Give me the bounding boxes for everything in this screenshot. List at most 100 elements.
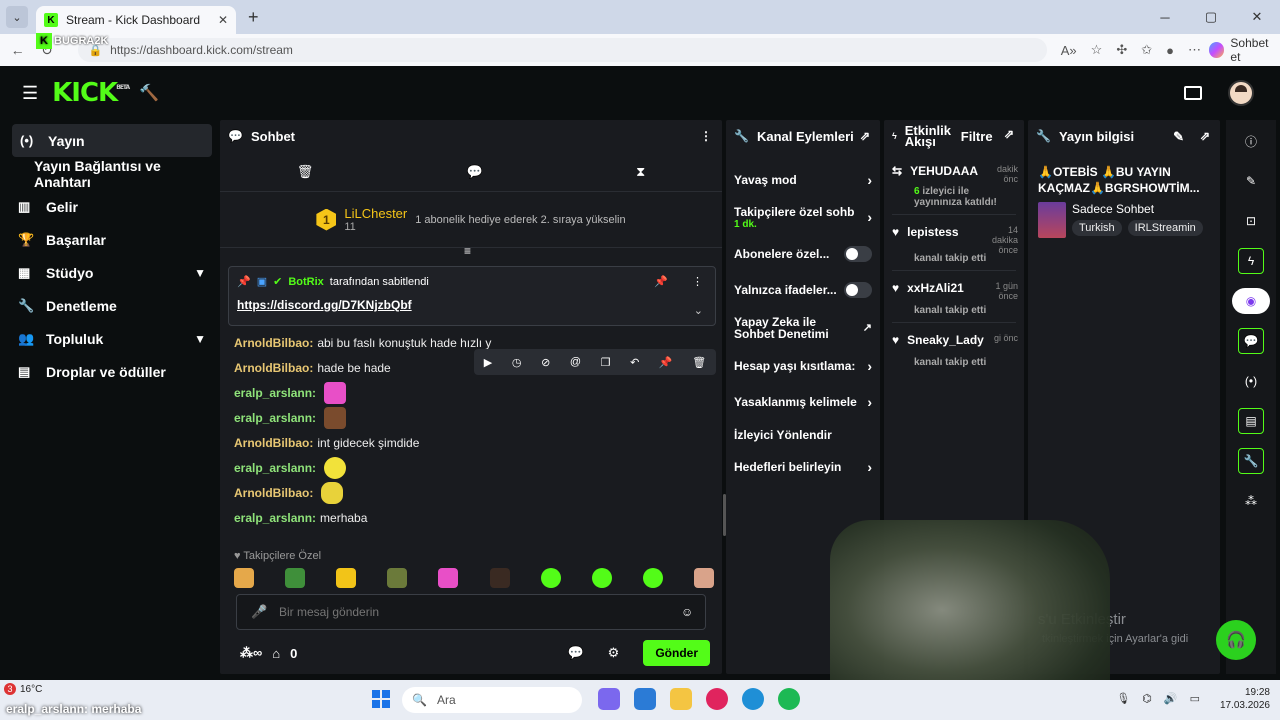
popout-icon[interactable]: ⇗: [1200, 129, 1210, 143]
message-username[interactable]: ArnoldBilbao:: [234, 361, 313, 375]
emote-icon[interactable]: [438, 568, 459, 588]
action-ai-moderation[interactable]: Yapay Zeka ile Sohbet Denetimi ↗: [726, 308, 880, 348]
trash-icon[interactable]: 🗑: [297, 164, 314, 180]
emoji-icon[interactable]: ☺: [681, 605, 705, 619]
chevron-down-icon[interactable]: ⌄: [694, 304, 703, 317]
ai-assistant-icon[interactable]: ◉: [1232, 288, 1270, 314]
layout-icon[interactable]: ▤: [1238, 408, 1264, 434]
collapse-icon[interactable]: ≡: [464, 244, 471, 258]
message-username[interactable]: eralp_arslann:: [234, 461, 316, 475]
hide-eye-icon[interactable]: ⊘: [541, 356, 550, 369]
system-clock[interactable]: 19:28 17.03.2026: [1220, 686, 1270, 712]
pinned-by-user[interactable]: BotRix: [288, 276, 323, 288]
event-user[interactable]: xxHzAli21: [907, 281, 964, 295]
extensions-icon[interactable]: ✣: [1116, 42, 1127, 58]
hourglass-icon[interactable]: ⧗: [636, 164, 645, 180]
read-aloud-icon[interactable]: A»: [1061, 43, 1077, 58]
kick-logo[interactable]: KICK BETA: [52, 78, 130, 108]
popout-icon[interactable]: ⇗: [1004, 128, 1014, 140]
sidebar-item-topluluk[interactable]: 👥 Topluluk ▼: [4, 322, 218, 355]
message-username[interactable]: ArnoldBilbao:: [234, 486, 313, 500]
action-emotes-only[interactable]: Yalnızca ifadeler...: [726, 272, 880, 308]
network-icon[interactable]: ⌬: [1142, 692, 1152, 705]
emote-icon[interactable]: [540, 568, 561, 588]
sidebar-item-yayin[interactable]: (•) Yayın: [12, 124, 212, 157]
new-tab-button[interactable]: +: [248, 7, 259, 28]
store-app-icon[interactable]: [634, 688, 656, 710]
windows-start-icon[interactable]: [372, 690, 390, 708]
chat-bubble-icon[interactable]: 💬: [1238, 328, 1264, 354]
message-username[interactable]: eralp_arslann:: [234, 511, 316, 525]
sidebar-item-basarilar[interactable]: 🏆 Başarılar: [4, 223, 218, 256]
window-close-button[interactable]: ✕: [1234, 9, 1280, 25]
points-icon[interactable]: ⁂∞: [240, 645, 262, 661]
tab-close-icon[interactable]: ✕: [218, 13, 228, 27]
spotify-icon[interactable]: [778, 688, 800, 710]
mention-icon[interactable]: @: [570, 356, 581, 368]
more-vertical-icon[interactable]: ⋮: [692, 275, 703, 288]
sidebar-item-denetleme[interactable]: 🔧 Denetleme: [4, 289, 218, 322]
pinned-link[interactable]: https://discord.gg/D7KNjzbQbf: [237, 298, 707, 312]
bolt-icon[interactable]: ϟ: [1238, 248, 1264, 274]
action-set-goals[interactable]: Hedefleri belirleyin ›: [726, 450, 880, 484]
chat-message[interactable]: ArnoldBilbao:: [234, 480, 714, 505]
community-icon[interactable]: ⁂: [1238, 488, 1264, 514]
screenshot-icon[interactable]: ⊡: [1238, 208, 1264, 234]
sidebar-item-gelir[interactable]: ▥ Gelir: [4, 190, 218, 223]
sidebar-item-stream-key[interactable]: Yayın Bağlantısı ve Anahtarı: [4, 157, 218, 190]
microphone-icon[interactable]: 🎤: [251, 604, 279, 620]
weather-widget[interactable]: 3 16°C: [4, 683, 42, 695]
message-input[interactable]: [279, 605, 681, 619]
play-icon[interactable]: ▶: [484, 356, 492, 369]
message-input-box[interactable]: 🎤 ☺: [236, 594, 706, 630]
action-redirect-viewers[interactable]: İzleyici Yönlendir: [726, 420, 880, 450]
chat-message[interactable]: ArnoldBilbao: int gidecek şimdide: [234, 430, 714, 455]
hamburger-menu-icon[interactable]: ☰: [22, 83, 38, 104]
emotes-only-toggle[interactable]: [844, 282, 872, 298]
chat-message[interactable]: eralp_arslann:: [234, 455, 714, 480]
message-username[interactable]: ArnoldBilbao:: [234, 336, 313, 350]
sidebar-item-droplar[interactable]: ▤ Droplar ve ödüller: [4, 355, 218, 388]
action-subs-only[interactable]: Abonelere özel...: [726, 236, 880, 272]
back-arrow-icon[interactable]: ←: [6, 42, 29, 58]
chat-message[interactable]: eralp_arslann: merhaba: [234, 505, 714, 530]
tab-list-button[interactable]: ⌄: [6, 6, 28, 28]
tag-pill[interactable]: IRLStreamin: [1127, 220, 1203, 236]
event-user[interactable]: lepistess: [907, 225, 958, 239]
edit-pencil-icon[interactable]: ✎: [1173, 129, 1184, 145]
action-banned-words[interactable]: Yasaklanmış kelimele ›: [726, 384, 880, 420]
broadcast-icon[interactable]: (•): [1238, 368, 1264, 394]
edge-icon[interactable]: [742, 688, 764, 710]
chat-message[interactable]: eralp_arslann:: [234, 405, 714, 430]
emote-icon[interactable]: [489, 568, 510, 588]
wrench-icon[interactable]: 🔧: [1238, 448, 1264, 474]
timeout-clock-icon[interactable]: ◷: [512, 356, 522, 369]
event-user[interactable]: Sneaky_Lady: [907, 333, 984, 347]
file-explorer-icon[interactable]: [670, 688, 692, 710]
gift-box-icon[interactable]: [1184, 86, 1202, 100]
action-slow-mode[interactable]: Yavaş mod ›: [726, 162, 880, 198]
favorites-icon[interactable]: ✩: [1141, 42, 1152, 58]
teams-icon[interactable]: [598, 688, 620, 710]
category-name[interactable]: Sadece Sohbet: [1072, 202, 1203, 216]
copy-icon[interactable]: ❐: [601, 356, 611, 369]
more-vertical-icon[interactable]: ⋮: [700, 129, 712, 143]
message-username[interactable]: eralp_arslann:: [234, 386, 316, 400]
maximize-button[interactable]: ▢: [1188, 9, 1234, 25]
pin-icon[interactable]: 📌: [659, 356, 673, 369]
reply-icon[interactable]: ↶: [630, 356, 639, 369]
microphone-icon[interactable]: 🎙: [1116, 692, 1130, 705]
chevron-down-icon[interactable]: ▼: [194, 266, 206, 280]
battery-icon[interactable]: ▭: [1190, 692, 1200, 705]
event-user[interactable]: YEHUDAAA: [910, 164, 978, 178]
emote-icon[interactable]: [693, 568, 714, 588]
sidebar-item-studyo[interactable]: ▦ Stüdyo ▼: [4, 256, 218, 289]
info-icon[interactable]: ⓘ: [1238, 128, 1264, 154]
help-headset-icon[interactable]: 🎧: [1216, 620, 1256, 660]
emote-icon[interactable]: [234, 568, 254, 588]
emote-icon[interactable]: [285, 568, 306, 588]
action-account-age[interactable]: Hesap yaşı kısıtlama: ›: [726, 348, 880, 384]
emote-icon[interactable]: [336, 568, 357, 588]
volume-icon[interactable]: 🔊: [1164, 692, 1178, 705]
emote-icon[interactable]: [387, 568, 408, 588]
